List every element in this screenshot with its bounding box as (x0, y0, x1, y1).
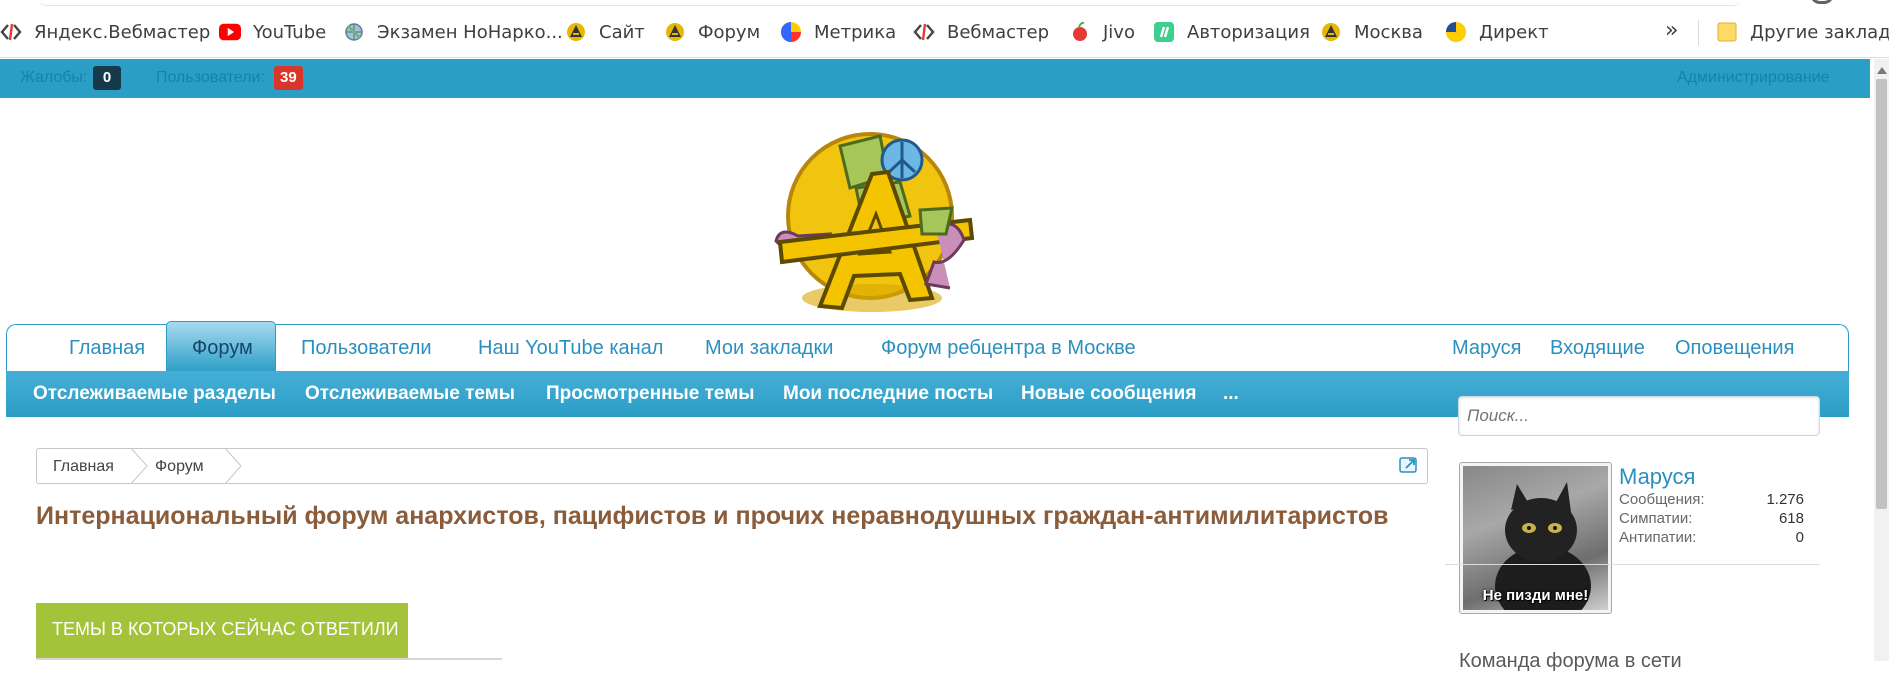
breadcrumb-home[interactable]: Главная (53, 458, 114, 476)
subnav-watched-threads[interactable]: Отслеживаемые темы (305, 383, 515, 405)
nav-youtube-channel[interactable]: Наш YouTube канал (478, 337, 663, 360)
bookmark-metrika[interactable]: Метрика (780, 19, 896, 45)
administration-link[interactable]: Администрирование (1677, 69, 1830, 87)
sidebar-staff-heading: Команда форума в сети (1459, 650, 1682, 672)
users-link[interactable]: Пользователи: (156, 69, 265, 87)
subnav-new-posts[interactable]: Новые сообщения (1021, 383, 1196, 405)
jivo-icon (1069, 21, 1091, 43)
main-navigation: Главная Пользователи Наш YouTube канал М… (6, 324, 1849, 371)
reports-badge: 0 (93, 66, 121, 90)
bookmark-auth[interactable]: Авторизация (1153, 19, 1310, 45)
bookmarks-more-button[interactable]: » (1665, 18, 1678, 43)
bookmark-yandex-webmaster[interactable]: Яндекс.Вебмастер (0, 19, 210, 45)
sidebar-divider (1445, 564, 1820, 565)
browser-profile-edge (1810, 0, 1834, 4)
bookmark-jivo[interactable]: Jivo (1069, 19, 1135, 45)
stat-likes-value[interactable]: 618 (1760, 510, 1804, 527)
stat-likes-label: Симпатии: (1619, 510, 1693, 527)
folder-icon (1716, 21, 1738, 43)
reports-link[interactable]: Жалобы: (20, 69, 87, 87)
breadcrumb: Главная Форум (36, 448, 1428, 484)
page-title: Интернациональный форум анархистов, паци… (36, 502, 1389, 530)
admin-bar: Жалобы: 0 Пользователи: 39 Администриров… (0, 59, 1870, 98)
bookmark-direct[interactable]: Директ (1445, 19, 1549, 45)
bookmark-webmaster[interactable]: Вебмастер (913, 19, 1049, 45)
code-icon (0, 21, 22, 43)
stat-dislikes-value[interactable]: 0 (1760, 529, 1804, 546)
bookmark-label: Директ (1479, 21, 1549, 43)
scrollbar-thumb[interactable] (1876, 79, 1887, 509)
bookmark-other-folder[interactable]: Другие закладки (1716, 19, 1889, 45)
section-title: ТЕМЫ В КОТОРЫХ СЕЙЧАС ОТВЕТИЛИ (52, 619, 399, 639)
nav-forum-active-tab[interactable]: Форум (166, 321, 276, 372)
subnav-watched-forums[interactable]: Отслеживаемые разделы (33, 383, 276, 405)
section-header: ТЕМЫ В КОТОРЫХ СЕЙЧАС ОТВЕТИЛИ (36, 603, 408, 658)
bookmarks-bar: Яндекс.Вебмастер YouTube Экзамен НоНарко… (0, 0, 1889, 58)
bookmark-site[interactable]: Сайт (565, 19, 645, 45)
section-divider (36, 658, 502, 660)
globe-icon (343, 21, 365, 43)
bookmarks-separator (1698, 20, 1699, 46)
forum-logo[interactable] (760, 116, 990, 322)
stat-messages-label: Сообщения: (1619, 491, 1705, 508)
search-input[interactable] (1458, 396, 1820, 436)
page-scrollbar[interactable] (1874, 59, 1889, 661)
nav-account-marusya[interactable]: Маруся (1452, 337, 1522, 360)
bookmark-label: Форум (698, 21, 761, 43)
bookmark-label: Метрика (814, 21, 897, 43)
site-logo-icon (664, 21, 686, 43)
avatar-image: Не пизди мне! (1463, 466, 1608, 610)
bookmark-moscow[interactable]: Москва (1320, 19, 1423, 45)
bookmark-youtube[interactable]: YouTube (219, 19, 326, 45)
nav-bookmarks[interactable]: Мои закладки (705, 337, 833, 360)
subnav-my-posts[interactable]: Мои последние посты (783, 383, 993, 405)
nav-home[interactable]: Главная (69, 337, 145, 360)
breadcrumb-chevron-icon (130, 448, 148, 484)
code-icon (913, 21, 935, 43)
breadcrumb-chevron-icon (224, 448, 242, 484)
scroll-up-icon[interactable] (1877, 67, 1887, 74)
breadcrumb-forum[interactable]: Форум (155, 458, 204, 476)
bookmark-label: Вебмастер (947, 21, 1050, 43)
stat-dislikes-label: Антипатии: (1619, 529, 1697, 546)
bookmark-label: Jivo (1103, 21, 1135, 43)
sidebar-username[interactable]: Маруся (1619, 464, 1695, 490)
subnav-viewed-threads[interactable]: Просмотренные темы (546, 383, 755, 405)
external-link-icon[interactable] (1399, 456, 1419, 474)
users-badge: 39 (274, 66, 303, 90)
bookmark-label: Яндекс.Вебмастер (34, 21, 211, 43)
bookmark-label: Экзамен НоНарко... (377, 21, 563, 43)
youtube-icon (219, 21, 241, 43)
subnav-more[interactable]: ... (1223, 383, 1239, 405)
browser-toolbar-edge (40, 0, 1740, 6)
bookmark-exam[interactable]: Экзамен НоНарко... (343, 19, 563, 45)
metrika-icon (780, 21, 802, 43)
bookmark-label: Сайт (599, 21, 645, 43)
direct-icon (1445, 21, 1467, 43)
nav-moscow-forum[interactable]: Форум ребцентра в Москве (881, 337, 1136, 360)
bookmark-label: Москва (1354, 21, 1423, 43)
avatar[interactable]: Не пизди мне! (1459, 462, 1612, 614)
nav-forum-label: Форум (192, 337, 253, 359)
site-logo-icon (1320, 21, 1342, 43)
bookmark-label: Авторизация (1187, 21, 1310, 43)
stat-messages-value[interactable]: 1.276 (1760, 491, 1804, 508)
nav-alerts[interactable]: Оповещения (1675, 337, 1794, 360)
avatar-caption: Не пизди мне! (1482, 587, 1589, 604)
nav-users[interactable]: Пользователи (301, 337, 432, 360)
bookmark-label: YouTube (253, 21, 327, 43)
auth-icon (1153, 21, 1175, 43)
bookmark-forum[interactable]: Форум (664, 19, 760, 45)
nav-inbox[interactable]: Входящие (1550, 337, 1645, 360)
bookmark-label: Другие закладки (1750, 21, 1889, 43)
site-logo-icon (565, 21, 587, 43)
